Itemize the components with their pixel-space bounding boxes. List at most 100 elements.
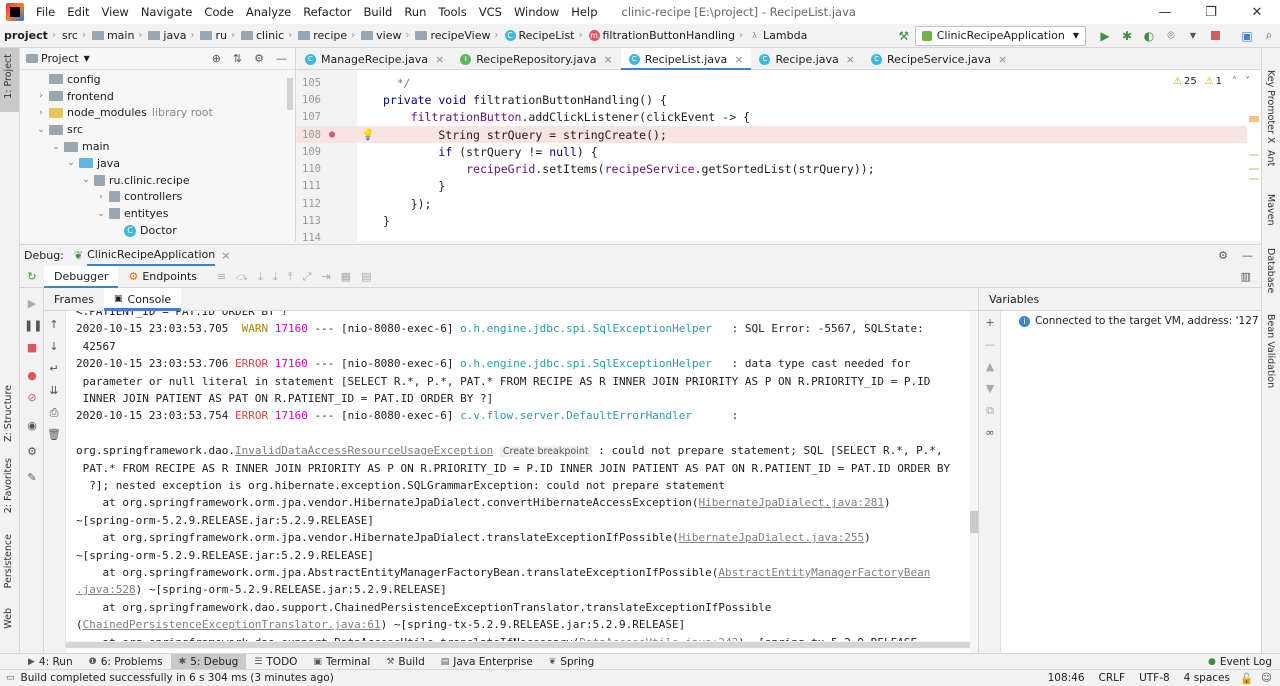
show-execution-point-icon[interactable]: ≡ [217, 270, 226, 283]
tool-window-todo[interactable]: ☰ TODO [246, 654, 305, 670]
clear-all-icon[interactable]: 🗑 [46, 427, 62, 443]
tool-tab-project[interactable]: 1: Project [3, 54, 14, 99]
menu-item-tools[interactable]: Tools [432, 0, 472, 24]
close-tab-icon[interactable]: × [603, 53, 612, 66]
tree-scrollbar[interactable] [287, 78, 293, 110]
project-structure-icon[interactable]: ▣ [1236, 25, 1258, 47]
tool-window-build[interactable]: ⚒ Build [378, 654, 432, 670]
get-thread-dump-icon[interactable]: ◉ [24, 418, 40, 434]
line-number[interactable]: 107 [297, 111, 321, 123]
tool-tab-favorites[interactable]: 2: Favorites [3, 458, 14, 513]
line-number[interactable]: 113 [297, 215, 321, 227]
intention-bulb-icon[interactable]: 💡 [361, 128, 375, 141]
remove-watch-icon[interactable]: — [982, 337, 998, 353]
line-number[interactable]: 106 [297, 94, 321, 106]
tool-window-terminal[interactable]: ▣ Terminal [305, 654, 378, 670]
tree-item-main[interactable]: ⌄ main [20, 138, 295, 155]
line-number[interactable]: 108 [297, 129, 321, 141]
hide-panel-icon[interactable]: — [1242, 249, 1253, 262]
breadcrumb-item[interactable]: clinic [237, 29, 286, 42]
chevron-right-icon[interactable]: › [95, 192, 107, 202]
rerun-icon[interactable]: ↻ [20, 270, 44, 283]
collapse-all-icon[interactable]: ⇅ [233, 52, 242, 65]
layout-settings-icon[interactable]: ▥ [1241, 270, 1251, 283]
menu-item-refactor[interactable]: Refactor [297, 0, 357, 24]
minimize-button[interactable]: — [1142, 0, 1188, 24]
tool-window-spring[interactable]: ❦ Spring [541, 654, 602, 670]
indent-setting[interactable]: 4 spaces [1184, 672, 1230, 684]
tree-item-node-modules[interactable]: › node_modules library root [20, 105, 295, 122]
tab-frames[interactable]: Frames [44, 288, 104, 310]
run-to-cursor-icon[interactable]: ⇥ [321, 270, 330, 283]
search-everywhere-icon[interactable]: ⌕ [1258, 25, 1280, 47]
code-line[interactable]: 111 } [297, 178, 1247, 195]
debug-icon[interactable]: ✱ [1116, 25, 1138, 47]
breadcrumb-item[interactable]: main [88, 29, 136, 42]
scroll-to-end-icon[interactable]: ⇊ [46, 383, 62, 399]
menu-item-code[interactable]: Code [198, 0, 239, 24]
tree-item-frontend[interactable]: › frontend [20, 88, 295, 105]
debug-session-tab[interactable]: ClinicRecipeApplication [87, 245, 216, 267]
settings-gear-icon[interactable]: ⚙ [254, 52, 264, 65]
menu-item-help[interactable]: Help [565, 0, 603, 24]
close-tab-icon[interactable]: × [734, 53, 743, 66]
duplicate-watch-icon[interactable]: ⧉ [982, 403, 998, 419]
menu-item-edit[interactable]: Edit [61, 0, 95, 24]
tool-window-4-run[interactable]: ▶ 4: Run [20, 654, 81, 670]
console-scrollbar[interactable] [970, 311, 978, 653]
lock-icon[interactable]: 🔓 [1240, 672, 1253, 685]
up-arrow-icon[interactable]: ↑ [46, 317, 62, 333]
line-number[interactable]: 109 [297, 146, 321, 158]
tree-item-config[interactable]: config [20, 71, 295, 88]
chevron-down-icon[interactable]: ⌄ [80, 175, 92, 185]
chevron-down-icon[interactable]: ▼ [84, 54, 90, 63]
chevron-right-icon[interactable]: › [35, 91, 47, 101]
console-output[interactable]: <.PATIENT_ID = PAT.ID ORDER BY ? 2020-10-… [66, 311, 970, 653]
error-stripe-marker[interactable] [1249, 168, 1259, 170]
move-up-icon[interactable]: ▲ [982, 359, 998, 375]
breadcrumb-item[interactable]: recipe [294, 29, 349, 42]
code-line[interactable]: 105 */ [297, 74, 1247, 91]
code-line[interactable]: 110 recipeGrid.setItems(recipeService.ge… [297, 161, 1247, 178]
tool-tab-web[interactable]: Web [3, 608, 14, 629]
chevron-down-icon[interactable]: ⌄ [95, 209, 107, 219]
mute-breakpoints-icon[interactable]: ⊘ [24, 390, 40, 406]
menu-item-window[interactable]: Window [508, 0, 565, 24]
editor-tab[interactable]: C Recipe.java × [751, 48, 863, 70]
step-over-icon[interactable]: ⤼ [236, 270, 248, 284]
settings-gear-icon[interactable]: ⚙ [1218, 249, 1228, 262]
close-tab-icon[interactable]: × [435, 53, 444, 66]
tool-window-6-problems[interactable]: ❶ 6: Problems [81, 654, 171, 670]
caret-position[interactable]: 108:46 [1048, 672, 1085, 684]
tool-window-5-debug[interactable]: ✱ 5: Debug [170, 653, 247, 670]
move-down-icon[interactable]: ▼ [982, 381, 998, 397]
step-out-icon[interactable]: ⤒ [288, 270, 293, 284]
breadcrumb-item[interactable]: java [144, 29, 188, 42]
chevron-down-icon[interactable]: ⌄ [50, 142, 62, 152]
tab-console[interactable]: ▣ Console [104, 288, 182, 311]
inspector-icon[interactable]: ☺ [1261, 672, 1272, 684]
build-hammer-icon[interactable]: ⚒ [893, 25, 915, 47]
tool-tab-structure[interactable]: Z: Structure [3, 385, 14, 442]
console-horizontal-thumb[interactable] [66, 642, 970, 648]
error-stripe-marker[interactable] [1249, 178, 1259, 180]
print-icon[interactable]: ⎙ [46, 405, 62, 421]
run-icon[interactable]: ▶ [1094, 25, 1116, 47]
view-breakpoints-icon[interactable]: ● [24, 368, 40, 384]
console-scrollbar-thumb[interactable] [970, 511, 978, 533]
maximize-button[interactable]: ❐ [1188, 0, 1234, 24]
editor-tab[interactable]: I RecipeRepository.java × [452, 48, 620, 70]
breakpoint-icon[interactable]: ● [329, 129, 335, 140]
stop-icon[interactable] [1204, 25, 1226, 47]
force-step-into-icon[interactable]: ⤓ [273, 270, 278, 284]
chevron-right-icon[interactable]: › [35, 108, 47, 118]
close-tab-icon[interactable]: × [846, 53, 855, 66]
breadcrumb-item[interactable]: recipeView [411, 29, 492, 42]
breadcrumb-item[interactable]: ru [196, 29, 229, 42]
close-icon[interactable]: × [221, 249, 230, 262]
tree-item-java[interactable]: ⌄ java [20, 155, 295, 172]
line-number[interactable]: 105 [297, 77, 321, 89]
pause-icon[interactable]: ❚❚ [24, 318, 42, 334]
hide-panel-icon[interactable]: — [276, 52, 287, 65]
run-configuration-select[interactable]: ClinicRecipeApplication ▼ [914, 25, 1086, 46]
